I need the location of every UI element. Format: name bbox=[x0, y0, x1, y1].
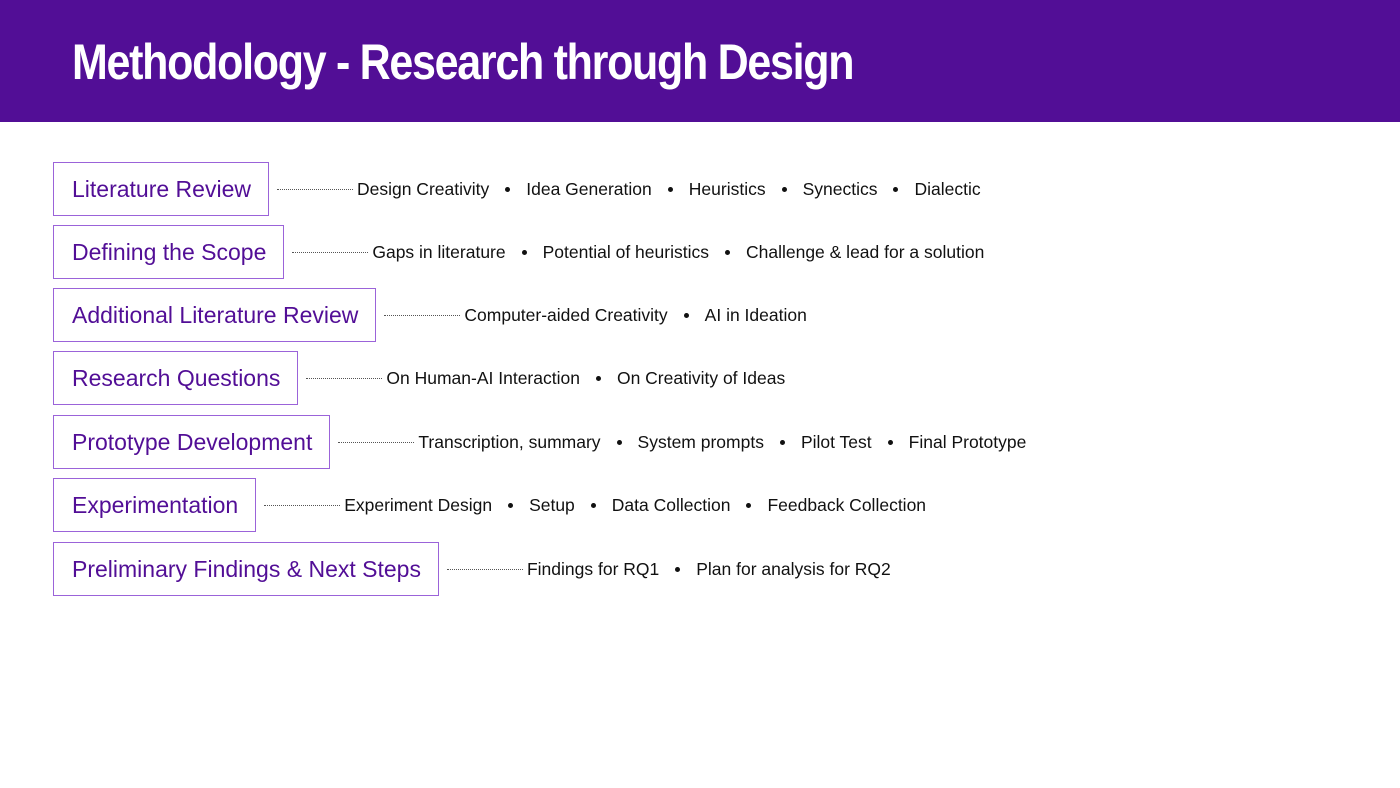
slide-title: Methodology - Research through Design bbox=[72, 34, 855, 90]
stage-item: Heuristics bbox=[688, 178, 766, 199]
bullet-separator bbox=[779, 439, 785, 445]
stage-box: Literature Review bbox=[53, 162, 269, 216]
stage-row-experimentation: Experimentation Experiment Design Setup Da… bbox=[53, 478, 926, 532]
stage-box: Additional Literature Review bbox=[53, 288, 377, 342]
stage-row-literature-review: Literature Review Design Creativity Idea … bbox=[53, 162, 981, 216]
stage-item: System prompts bbox=[637, 431, 764, 452]
dotted-connector bbox=[276, 188, 353, 190]
stage-row-defining-the-scope: Defining the Scope Gaps in literature Pot… bbox=[53, 225, 984, 279]
stage-item: Feedback Collection bbox=[767, 494, 927, 515]
stage-item: Experiment Design bbox=[344, 494, 493, 515]
bullet-separator bbox=[683, 312, 689, 318]
bullet-separator bbox=[590, 502, 596, 508]
stage-item: Data Collection bbox=[611, 494, 731, 515]
stage-item: Design Creativity bbox=[356, 178, 490, 199]
dotted-connector bbox=[384, 314, 461, 316]
stage-item: Transcription, summary bbox=[418, 431, 601, 452]
title-banner: Methodology - Research through Design bbox=[0, 0, 1400, 122]
bullet-separator bbox=[521, 249, 527, 255]
stage-row-prototype-development: Prototype Development Transcription, sum… bbox=[53, 415, 1026, 469]
stage-items: Experiment Design Setup Data Collection Fee… bbox=[344, 495, 926, 516]
dotted-connector bbox=[306, 377, 383, 379]
stage-item: Idea Generation bbox=[526, 178, 652, 199]
stage-items: Gaps in literature Potential of heuristic… bbox=[372, 242, 984, 263]
bullet-separator bbox=[887, 439, 893, 445]
stage-item: Plan for analysis for RQ2 bbox=[696, 558, 891, 579]
stage-item: On Creativity of Ideas bbox=[616, 367, 786, 388]
stage-box: Research Questions bbox=[53, 351, 299, 405]
bullet-separator bbox=[595, 375, 601, 381]
dotted-connector bbox=[338, 441, 415, 443]
dotted-connector bbox=[264, 504, 341, 506]
stage-row-additional-literature-review: Additional Literature Review Computer-ai… bbox=[53, 288, 807, 342]
stage-items: Findings for RQ1 Plan for analysis for RQ… bbox=[527, 559, 891, 580]
bullet-separator bbox=[781, 186, 787, 192]
bullet-separator bbox=[616, 439, 622, 445]
stage-item: Pilot Test bbox=[800, 431, 872, 452]
stage-box: Preliminary Findings & Next Steps bbox=[53, 542, 439, 596]
stage-item: On Human-AI Interaction bbox=[386, 367, 580, 388]
bullet-separator bbox=[893, 186, 899, 192]
bullet-separator bbox=[508, 502, 514, 508]
bullet-separator bbox=[746, 502, 752, 508]
dotted-connector bbox=[446, 568, 523, 570]
bullet-separator bbox=[724, 249, 730, 255]
bullet-separator bbox=[505, 186, 511, 192]
stage-item: Potential of heuristics bbox=[542, 241, 709, 262]
stage-items: On Human-AI Interaction On Creativity of … bbox=[386, 368, 785, 389]
stage-row-preliminary-findings: Preliminary Findings & Next Steps Findin… bbox=[53, 542, 891, 596]
dotted-connector bbox=[292, 251, 369, 253]
stage-item: Final Prototype bbox=[908, 431, 1027, 452]
stage-box: Experimentation bbox=[53, 478, 257, 532]
slide: Methodology - Research through Design Li… bbox=[0, 0, 1400, 788]
stage-row-research-questions: Research Questions On Human-AI Interacti… bbox=[53, 351, 785, 405]
stage-item: AI in Ideation bbox=[704, 304, 807, 325]
bullet-separator bbox=[675, 566, 681, 572]
stage-item: Gaps in literature bbox=[372, 241, 506, 262]
stage-item: Dialectic bbox=[914, 178, 981, 199]
stage-item: Computer-aided Creativity bbox=[464, 304, 668, 325]
stage-item: Challenge & lead for a solution bbox=[745, 241, 985, 262]
stage-item: Synectics bbox=[802, 178, 878, 199]
stage-item: Findings for RQ1 bbox=[526, 558, 660, 579]
stage-items: Computer-aided Creativity AI in Ideation bbox=[464, 305, 806, 326]
stage-item: Setup bbox=[529, 494, 575, 515]
stage-items: Transcription, summary System prompts Pilo… bbox=[418, 432, 1026, 453]
bullet-separator bbox=[667, 186, 673, 192]
stage-box: Prototype Development bbox=[53, 415, 331, 469]
stage-items: Design Creativity Idea Generation Heuristi… bbox=[357, 179, 981, 200]
stage-box: Defining the Scope bbox=[53, 225, 285, 279]
